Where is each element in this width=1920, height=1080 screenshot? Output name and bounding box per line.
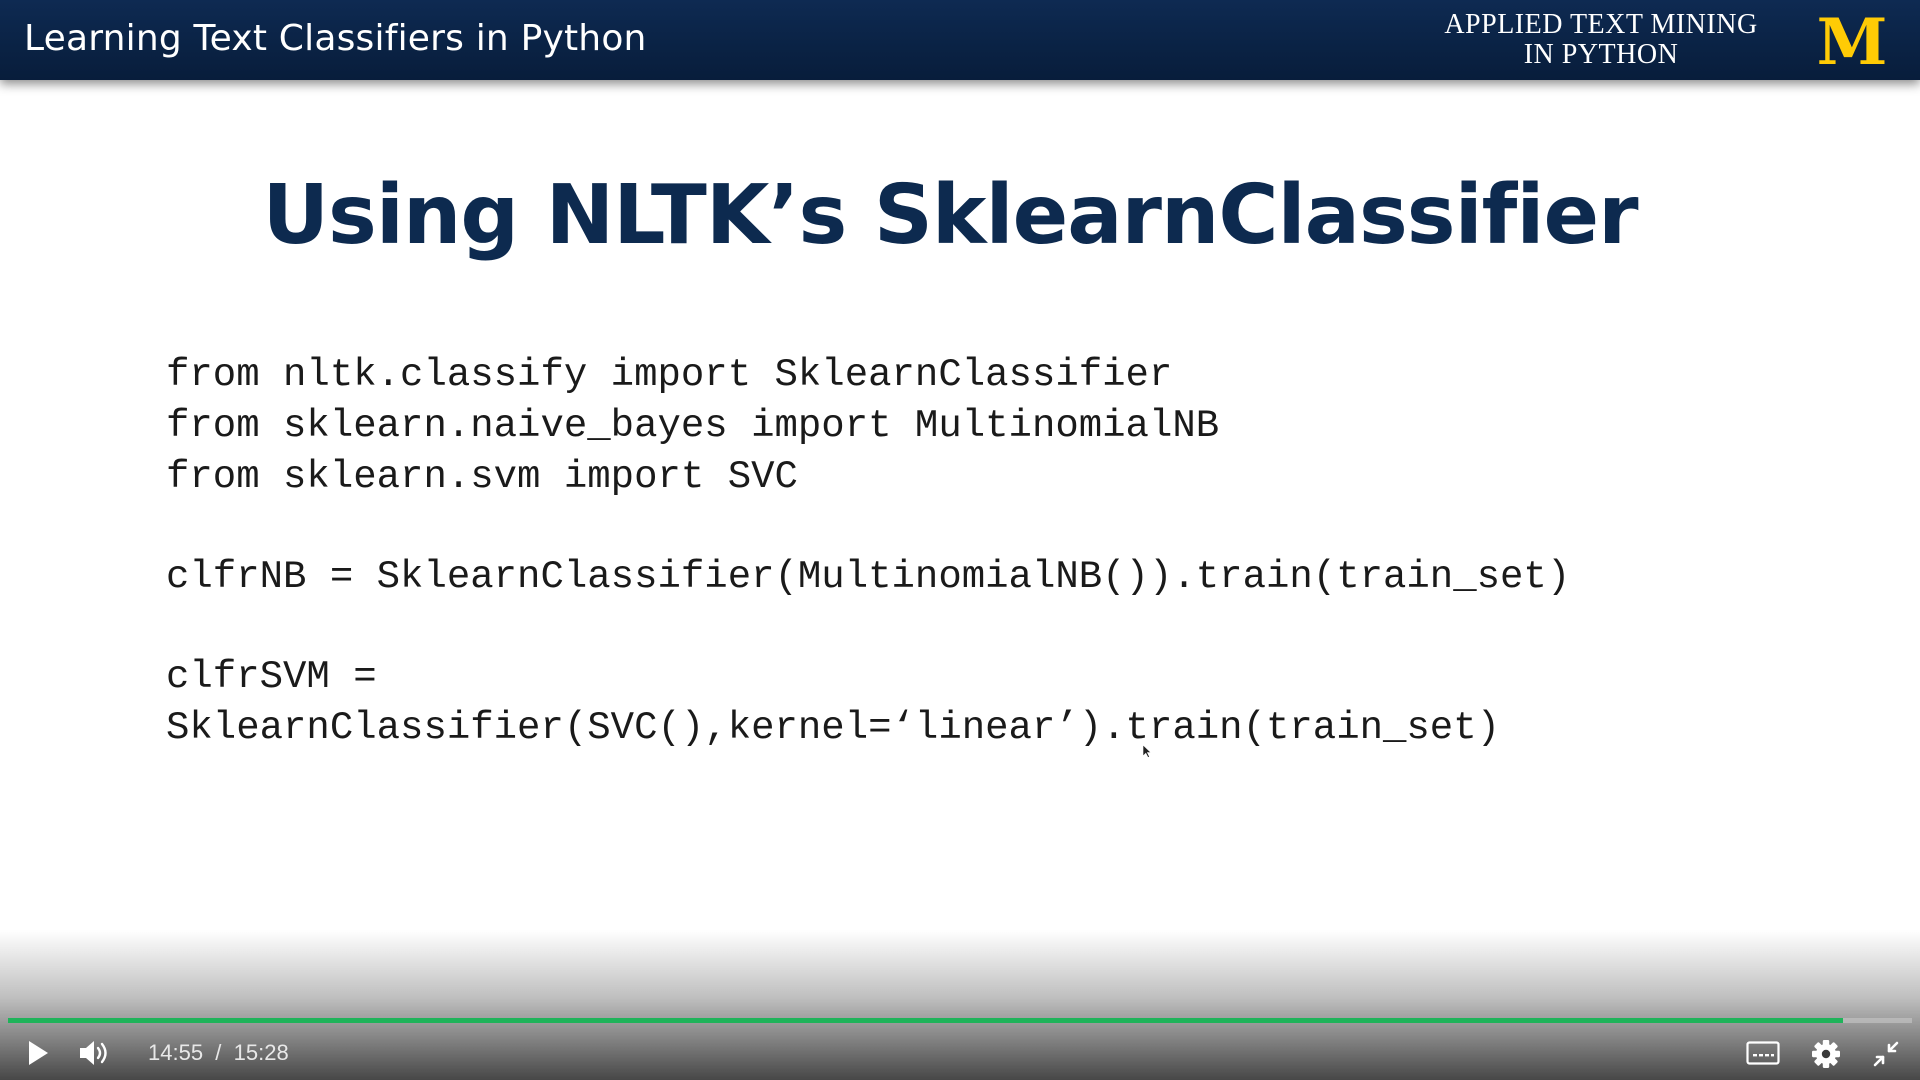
code-line: from sklearn.svm import SVC xyxy=(166,455,798,499)
closed-captions-icon xyxy=(1746,1041,1780,1065)
time-separator: / xyxy=(215,1040,222,1065)
play-button[interactable] xyxy=(20,1036,56,1070)
current-time: 14:55 xyxy=(148,1040,204,1065)
university-logo: M xyxy=(1817,10,1888,70)
settings-button[interactable] xyxy=(1806,1034,1846,1074)
course-title-line-2: IN PYTHON xyxy=(1523,39,1679,70)
code-line: clfrSVM = xyxy=(166,655,377,699)
volume-icon xyxy=(80,1041,107,1065)
code-block: from nltk.classify import SklearnClassif… xyxy=(166,350,1570,754)
captions-button[interactable] xyxy=(1744,1038,1782,1068)
progress-bar[interactable] xyxy=(8,1018,1912,1023)
duration: 15:28 xyxy=(233,1040,289,1065)
mouse-cursor-icon xyxy=(1142,744,1152,758)
video-player[interactable]: Learning Text Classifiers in Python APPL… xyxy=(0,0,1920,1080)
exit-fullscreen-button[interactable] xyxy=(1866,1034,1906,1074)
slide-header-title: Learning Text Classifiers in Python xyxy=(24,18,647,59)
slide-header: Learning Text Classifiers in Python APPL… xyxy=(0,0,1920,80)
code-line: clfrNB = SklearnClassifier(MultinomialNB… xyxy=(166,555,1571,599)
play-icon xyxy=(29,1041,48,1065)
gear-icon xyxy=(1812,1040,1840,1068)
exit-fullscreen-icon xyxy=(1873,1041,1899,1067)
time-display: 14:55 / 15:28 xyxy=(148,1040,289,1066)
logo-letter: M xyxy=(1817,10,1888,70)
code-line: from sklearn.naive_bayes import Multinom… xyxy=(166,404,1220,448)
slide-heading: Using NLTK’s SklearnClassifier xyxy=(262,168,1638,263)
volume-button[interactable] xyxy=(74,1034,116,1072)
progress-bar-fill xyxy=(8,1018,1844,1023)
course-title-line-1: APPLIED TEXT MINING xyxy=(1444,9,1758,40)
course-title: APPLIED TEXT MINING IN PYTHON xyxy=(1420,10,1782,70)
code-line: SklearnClassifier(SVC(),kernel=‘linear’)… xyxy=(166,706,1501,750)
code-line: from nltk.classify import SklearnClassif… xyxy=(166,353,1173,397)
